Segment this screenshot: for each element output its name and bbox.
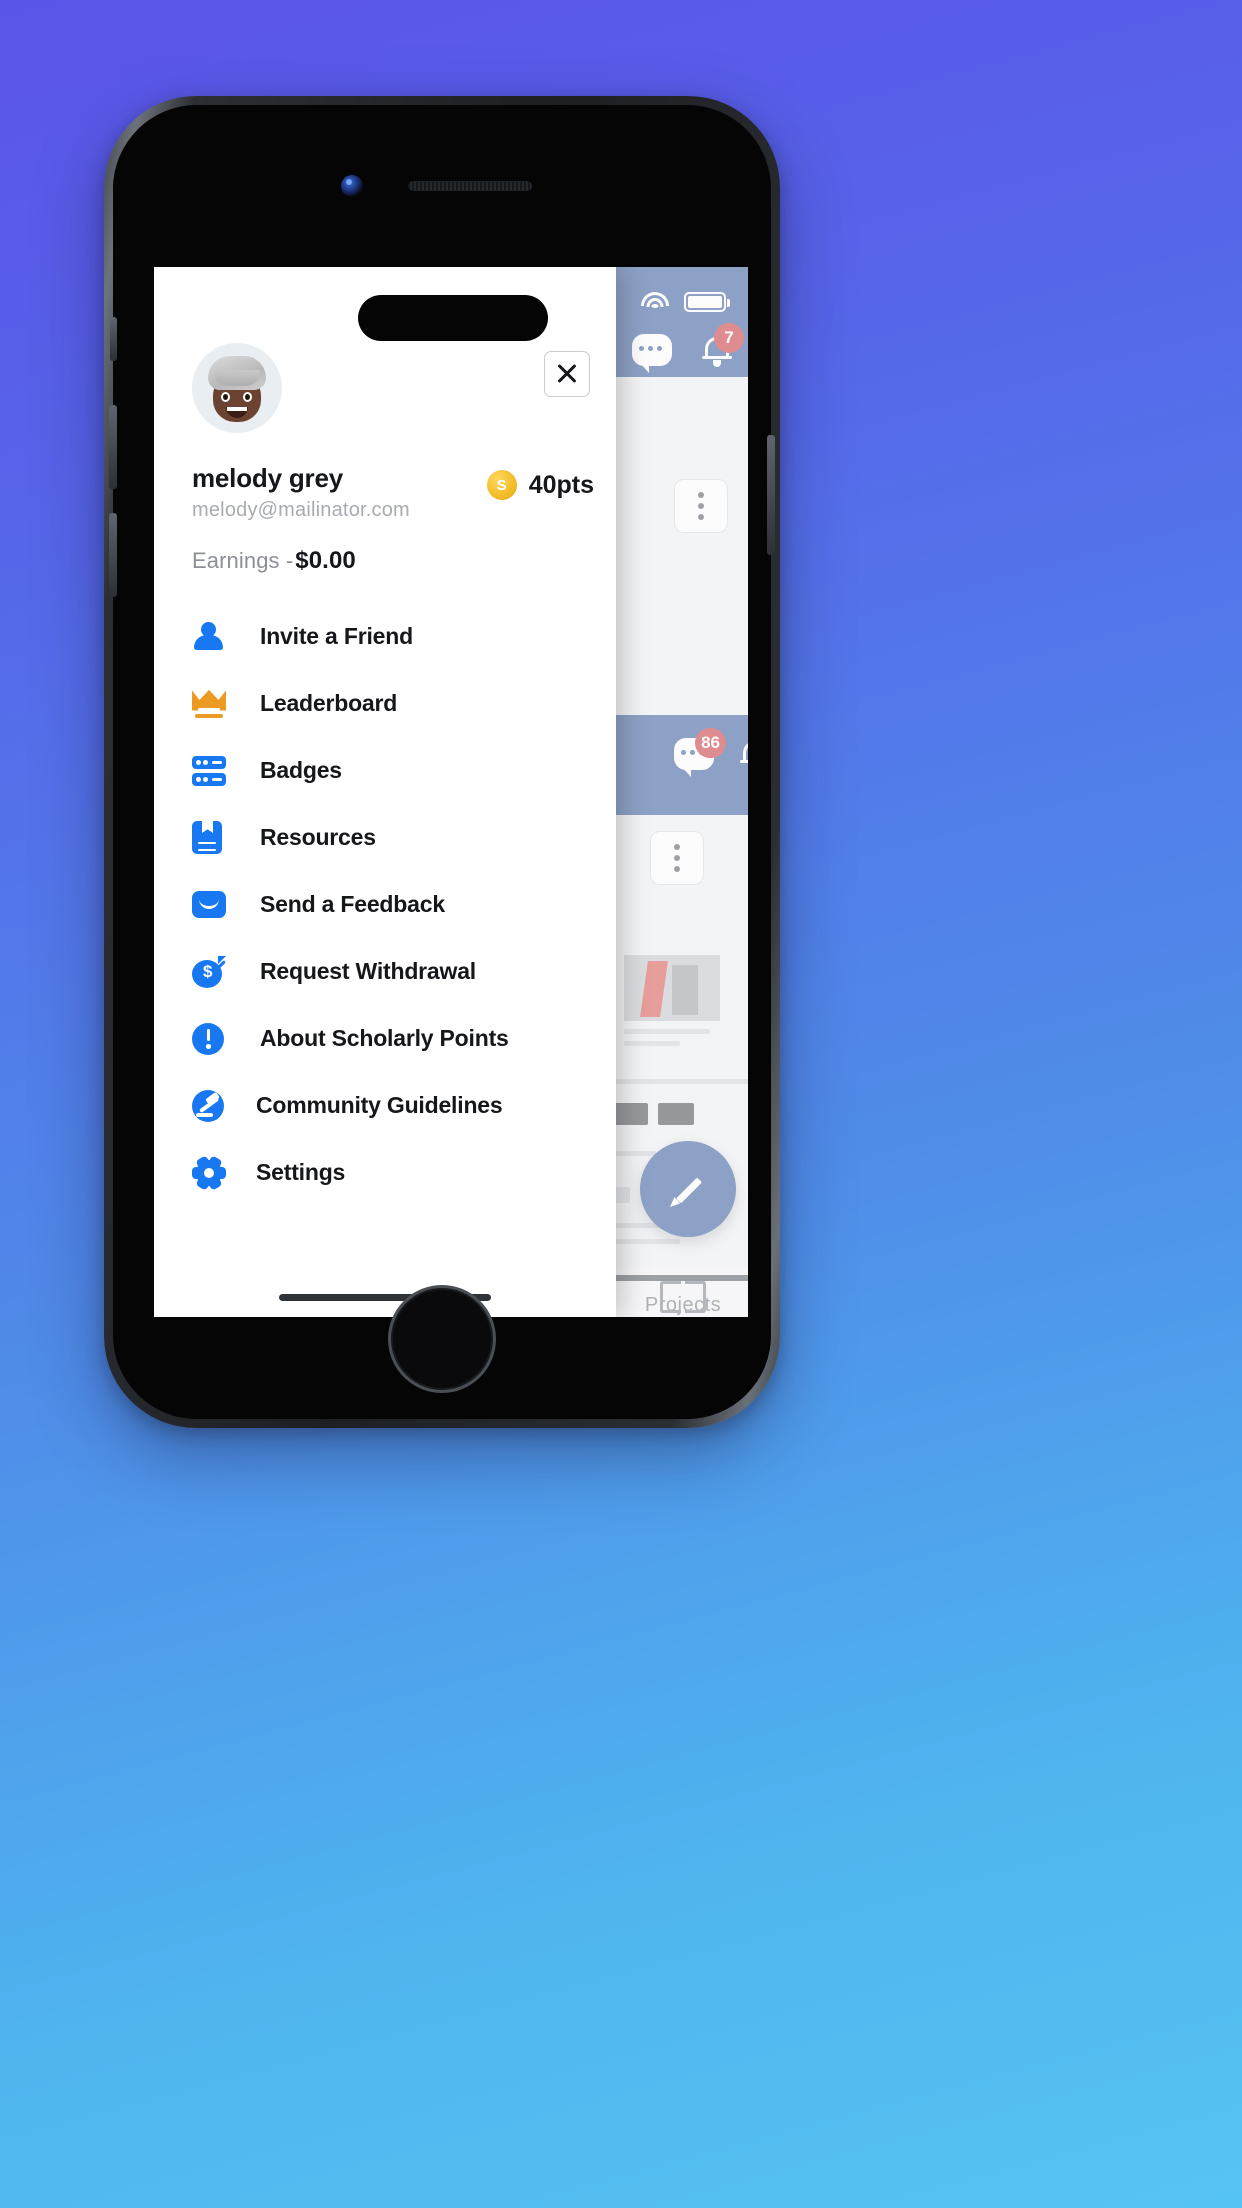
- envelope-icon: [192, 891, 238, 918]
- menu-item-request-withdrawal[interactable]: $ Request Withdrawal: [154, 938, 616, 1005]
- earnings-row: Earnings -$0.00: [192, 547, 356, 575]
- earnings-label: Earnings -: [192, 548, 294, 573]
- menu-item-label: Settings: [256, 1159, 346, 1185]
- badges-icon: [192, 755, 238, 786]
- menu-item-community-guidelines[interactable]: Community Guidelines: [154, 1072, 616, 1139]
- bookmark-book-icon: [192, 820, 238, 854]
- avatar-memoji: [204, 352, 270, 424]
- earpiece-speaker: [408, 181, 532, 191]
- drawer-menu: Invite a Friend Leaderboard Badges Resou…: [154, 603, 616, 1206]
- menu-item-label: Resources: [260, 824, 376, 850]
- menu-item-label: Invite a Friend: [260, 623, 413, 649]
- volume-up-button[interactable]: [109, 405, 117, 489]
- front-camera-icon: [341, 175, 363, 197]
- phone-device-frame: 7 86: [104, 96, 780, 1428]
- menu-item-settings[interactable]: Settings: [154, 1139, 616, 1206]
- person-icon: [192, 621, 238, 653]
- close-drawer-button[interactable]: [544, 351, 590, 397]
- menu-item-label: Community Guidelines: [256, 1092, 503, 1118]
- menu-item-badges[interactable]: Badges: [154, 737, 616, 804]
- volume-down-button[interactable]: [109, 513, 117, 597]
- earnings-amount: $0.00: [295, 547, 356, 574]
- phone-bezel: 7 86: [113, 105, 771, 1419]
- gear-icon: [192, 1154, 238, 1191]
- menu-item-label: About Scholarly Points: [260, 1025, 509, 1051]
- avatar[interactable]: [192, 343, 282, 433]
- gavel-icon: [192, 1089, 238, 1122]
- menu-item-send-a-feedback[interactable]: Send a Feedback: [154, 871, 616, 938]
- menu-item-label: Request Withdrawal: [260, 958, 477, 984]
- money-bag-icon: $: [192, 955, 238, 988]
- home-button[interactable]: [388, 1285, 496, 1393]
- points-value: 40pts: [528, 470, 594, 499]
- crown-icon: [192, 689, 238, 718]
- phone-inner-frame: 7 86: [109, 105, 775, 1419]
- coin-icon: S: [486, 470, 517, 500]
- menu-item-label: Send a Feedback: [260, 891, 445, 917]
- menu-item-leaderboard[interactable]: Leaderboard: [154, 670, 616, 737]
- info-circle-icon: [192, 1022, 238, 1055]
- menu-item-invite-a-friend[interactable]: Invite a Friend: [154, 603, 616, 670]
- phone-screen: 7 86: [154, 267, 748, 1317]
- close-icon: [555, 362, 579, 386]
- device-notch: [358, 295, 548, 341]
- profile-email: melody@mailinator.com: [192, 499, 410, 521]
- menu-item-about-scholarly-points[interactable]: About Scholarly Points: [154, 1005, 616, 1072]
- power-button[interactable]: [767, 435, 775, 555]
- scholarly-points-badge[interactable]: S 40pts: [486, 470, 594, 500]
- mute-switch[interactable]: [110, 317, 117, 361]
- menu-item-label: Badges: [260, 757, 342, 783]
- profile-side-drawer: melody grey melody@mailinator.com S 40pt…: [154, 267, 616, 1317]
- menu-item-label: Leaderboard: [260, 690, 398, 716]
- menu-item-resources[interactable]: Resources: [154, 804, 616, 871]
